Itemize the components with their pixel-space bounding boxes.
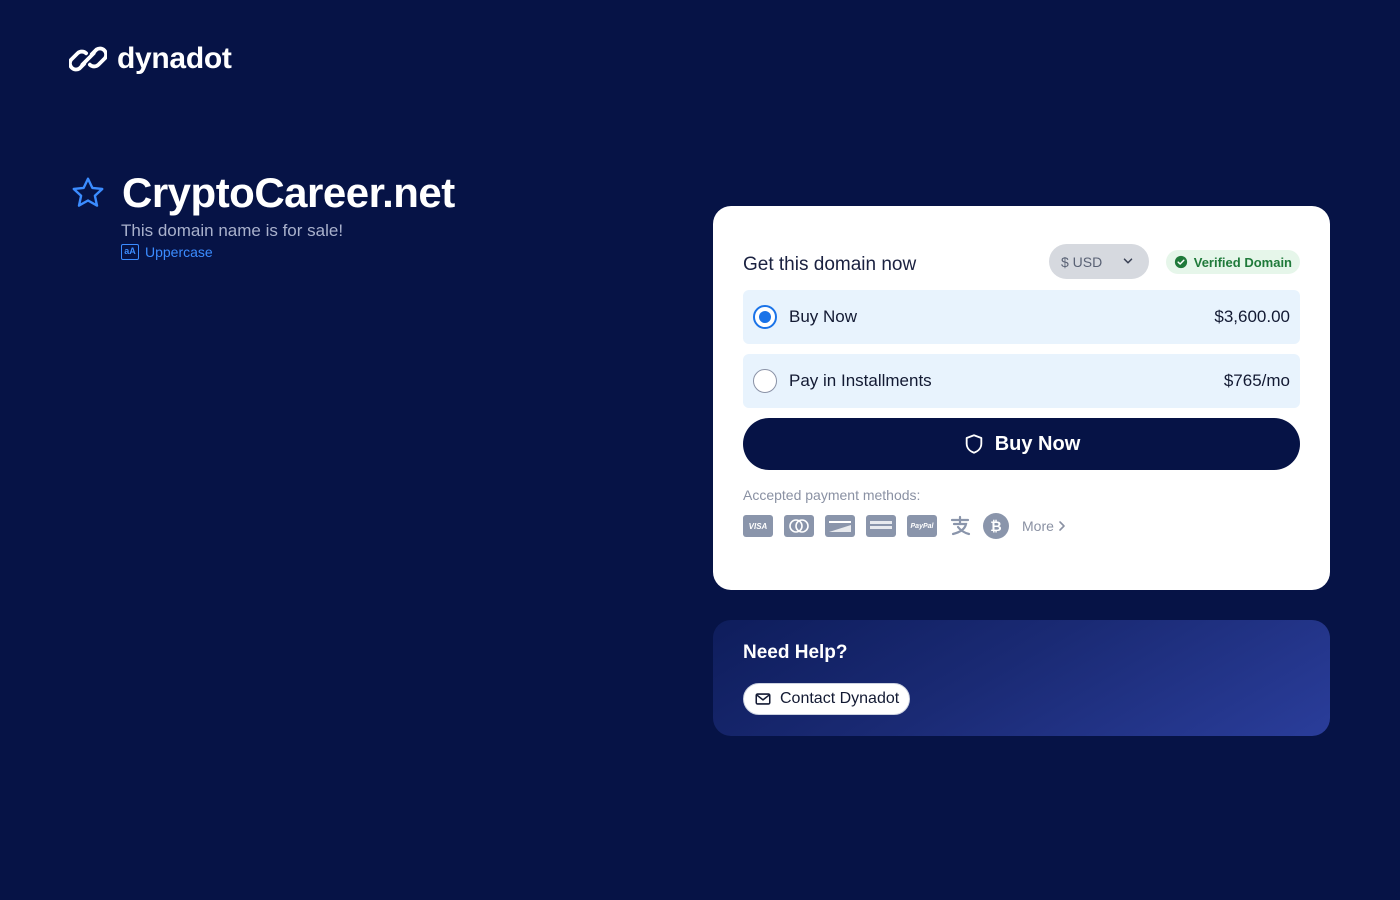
purchase-card-header: Get this domain now $ USD Verified Domai… [743,244,1300,280]
option-installments[interactable]: Pay in Installments $765/mo [743,354,1300,408]
verified-label: Verified Domain [1193,254,1292,270]
radio-installments[interactable] [753,369,777,393]
purchase-title: Get this domain now [743,254,917,275]
for-sale-subtitle: This domain name is for sale! [121,221,344,240]
payment-methods: VISA PayPal ₿ More [743,513,1068,539]
paypal-icon: PayPal [907,515,937,537]
uppercase-label: Uppercase [145,244,213,260]
radio-buy-now[interactable] [753,305,777,329]
chevron-down-icon [1123,258,1133,264]
discover-icon [825,515,855,537]
help-card: Need Help? Contact Dynadot [713,620,1330,736]
star-icon[interactable] [70,175,106,211]
option-price: $765/mo [1223,371,1290,390]
mail-icon [755,693,771,705]
contact-dynadot-button[interactable]: Contact Dynadot [743,683,911,715]
link-chain-icon [69,46,107,72]
option-price: $3,600.00 [1214,307,1290,326]
purchase-card: Get this domain now $ USD Verified Domai… [713,206,1330,590]
bitcoin-icon: ₿ [983,513,1009,539]
dynadot-logo[interactable]: dynadot [69,40,232,78]
option-buy-now[interactable]: Buy Now $3,600.00 [743,290,1300,344]
payment-methods-label: Accepted payment methods: [743,487,921,503]
more-payment-methods-link[interactable]: More [1022,518,1068,534]
option-label: Pay in Installments [789,371,932,390]
text-case-icon: aA [121,244,139,260]
buy-now-label: Buy Now [994,432,1081,455]
chevron-right-icon [1059,521,1065,531]
domain-header: CryptoCareer.net This domain name is for… [70,170,455,260]
currency-value: $ USD [1061,253,1103,270]
option-label: Buy Now [789,307,858,326]
buy-now-button[interactable]: Buy Now [743,418,1300,470]
contact-label: Contact Dynadot [780,690,900,707]
american-express-icon [866,515,896,537]
alipay-icon [948,514,972,538]
visa-icon: VISA [743,515,773,537]
page: dynadot CryptoCareer.net This domain nam… [0,0,1400,900]
shield-icon [965,434,982,454]
check-circle-icon [1174,255,1187,269]
verified-badge: Verified Domain [1165,250,1300,274]
brand-name: dynadot [117,42,232,75]
uppercase-toggle[interactable]: aA Uppercase [121,244,455,260]
help-title: Need Help? [743,642,848,663]
domain-name: CryptoCareer.net [122,169,455,216]
currency-select[interactable]: $ USD [1049,244,1149,279]
more-label: More [1022,518,1054,534]
mastercard-icon [784,515,814,537]
